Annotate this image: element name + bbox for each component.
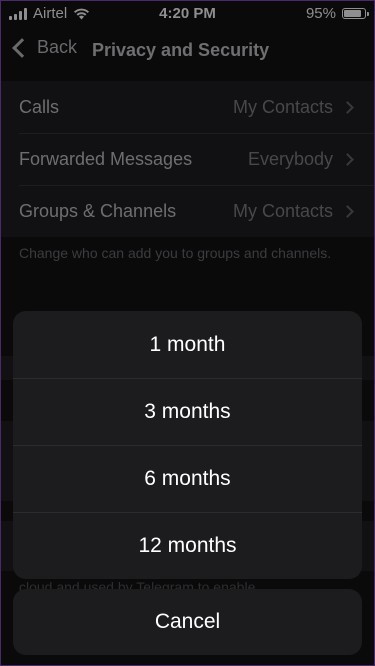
- chevron-right-icon: [341, 100, 354, 114]
- setting-value: My Contacts: [232, 200, 333, 221]
- option-3-months[interactable]: 3 months: [13, 378, 362, 445]
- setting-row-groups-channels[interactable]: Groups & Channels My Contacts: [1, 185, 374, 237]
- status-right: 95%: [305, 5, 369, 22]
- setting-row-calls[interactable]: Calls My Contacts: [1, 81, 374, 133]
- back-label: Back: [37, 37, 78, 57]
- setting-value: Everybody: [247, 148, 333, 169]
- screen: Airtel 4:20 PM 95% Back Privacy and Secu…: [0, 0, 375, 666]
- chevron-left-icon: [12, 37, 32, 58]
- back-button[interactable]: Back: [9, 37, 77, 58]
- groups-footer-text: Change who can add you to groups and cha…: [19, 245, 332, 261]
- setting-label: Groups & Channels: [19, 200, 177, 221]
- page-title: Privacy and Security: [92, 40, 270, 60]
- action-sheet: 1 month 3 months 6 months 12 months: [13, 311, 362, 579]
- battery-icon: [342, 8, 369, 19]
- setting-label: Calls: [19, 96, 60, 117]
- navigation-bar: Back Privacy and Security: [1, 31, 374, 71]
- battery-level: [344, 10, 361, 17]
- settings-list: Calls My Contacts Forwarded Messages Eve…: [1, 81, 374, 237]
- option-6-months[interactable]: 6 months: [13, 445, 362, 512]
- chevron-right-icon: [341, 204, 354, 218]
- setting-label: Forwarded Messages: [19, 148, 193, 169]
- cancel-button[interactable]: Cancel: [13, 589, 362, 655]
- option-1-month[interactable]: 1 month: [13, 311, 362, 378]
- chevron-right-icon: [341, 152, 354, 166]
- setting-row-forwarded-messages[interactable]: Forwarded Messages Everybody: [1, 133, 374, 185]
- battery-percent: 95%: [305, 5, 336, 22]
- setting-value: My Contacts: [232, 96, 333, 117]
- option-12-months[interactable]: 12 months: [13, 512, 362, 579]
- status-bar: Airtel 4:20 PM 95%: [1, 1, 374, 27]
